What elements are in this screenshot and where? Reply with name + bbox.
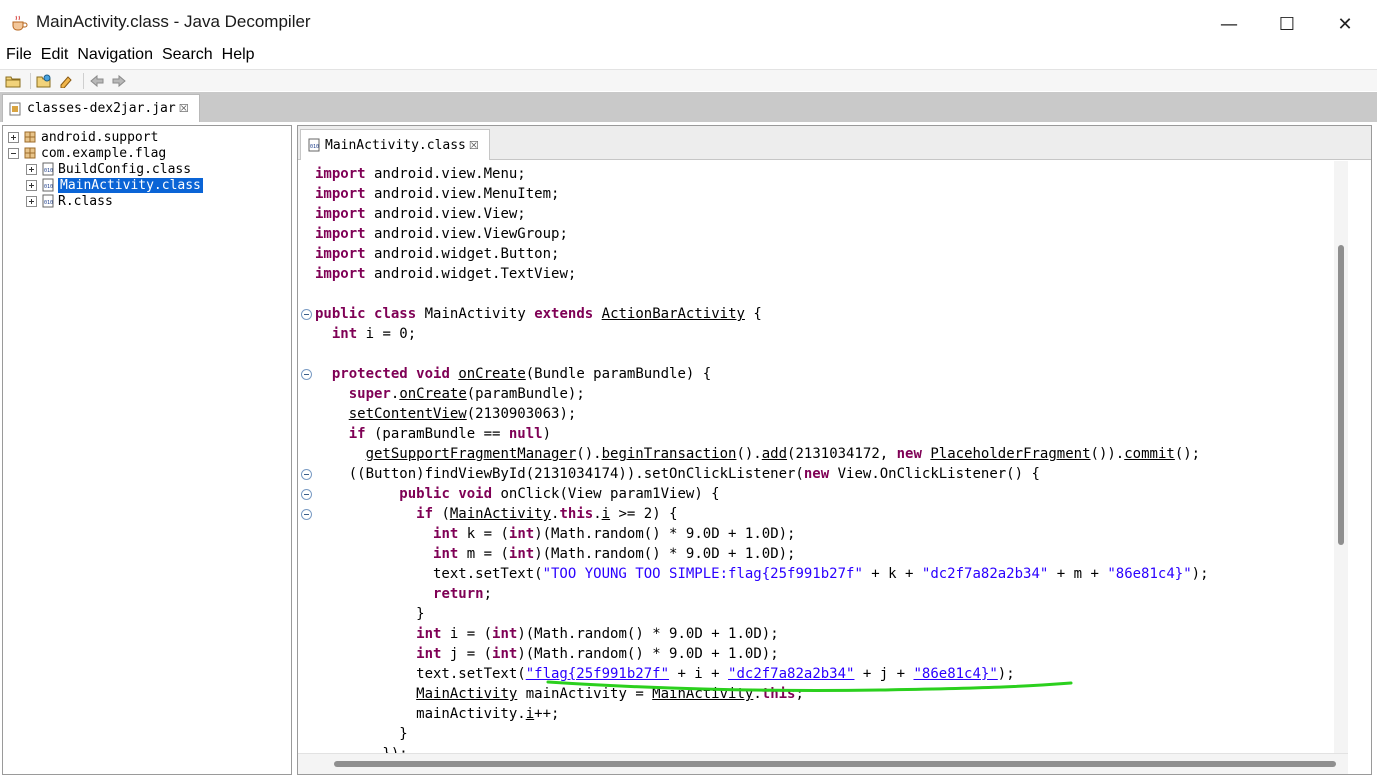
- code-line: import android.widget.TextView;: [315, 266, 577, 282]
- window-title: MainActivity.class - Java Decompiler: [36, 12, 311, 31]
- code-line: text.setText("TOO YOUNG TOO SIMPLE:flag{…: [315, 566, 1209, 582]
- file-tab-bar: classes-dex2jar.jar ☒: [0, 92, 1377, 122]
- maximize-button[interactable]: ☐: [1258, 0, 1316, 48]
- edit-icon[interactable]: [57, 72, 75, 90]
- code-line: setContentView(2130903063);: [348, 406, 577, 422]
- close-tab-icon[interactable]: ☒: [179, 102, 189, 115]
- expand-icon[interactable]: [26, 163, 37, 175]
- code-line: int i = (int)(Math.random() * 9.0D + 1.0…: [416, 626, 779, 642]
- menu-navigation[interactable]: Navigation: [77, 46, 153, 64]
- expand-icon[interactable]: [26, 195, 37, 207]
- code-line: if (MainActivity.this.i >= 2) {: [416, 506, 678, 522]
- code-area[interactable]: import android.view.Menu; import android.…: [298, 161, 1332, 753]
- code-line: int k = (int)(Math.random() * 9.0D + 1.0…: [433, 526, 796, 542]
- class-file-icon: 010: [42, 194, 54, 208]
- tree-item-label: android.support: [41, 129, 159, 145]
- code-line: public class MainActivity extends Action…: [315, 306, 762, 322]
- code-line: protected void onCreate(Bundle paramBund…: [331, 366, 712, 382]
- editor-tab-label: MainActivity.class: [325, 137, 466, 153]
- code-line: }: [315, 606, 425, 622]
- code-line: return;: [433, 586, 493, 602]
- code-line: int m = (int)(Math.random() * 9.0D + 1.0…: [433, 546, 796, 562]
- svg-text:010: 010: [44, 200, 53, 206]
- package-icon: [24, 131, 36, 143]
- editor-tab-bar: 010 MainActivity.class ☒: [298, 126, 1371, 160]
- code-line: import android.view.MenuItem;: [315, 186, 560, 202]
- tree-item-r-class[interactable]: 010 R.class: [26, 193, 113, 209]
- code-line: public void onClick(View param1View) {: [399, 486, 720, 502]
- menu-search[interactable]: Search: [162, 46, 213, 64]
- code-line: int i = 0;: [331, 326, 417, 342]
- fold-icon[interactable]: [301, 509, 312, 520]
- toolbar-separator: [30, 72, 31, 89]
- fold-icon[interactable]: [301, 369, 312, 380]
- toolbar: [0, 69, 1377, 91]
- code-line: import android.view.Menu;: [315, 166, 526, 182]
- fold-icon[interactable]: [301, 309, 312, 320]
- package-tree: android.support com.example.flag 010 Bui…: [2, 125, 292, 775]
- tree-item-label-selected: MainActivity.class: [58, 177, 203, 193]
- code-line: import android.view.View;: [315, 206, 526, 222]
- vertical-scroll-thumb[interactable]: [1338, 245, 1344, 545]
- forward-icon[interactable]: [110, 72, 128, 90]
- menu-help[interactable]: Help: [222, 46, 255, 64]
- code-line: import android.widget.Button;: [315, 246, 560, 262]
- code-line: text.setText("flag{25f991b27f" + i + "dc…: [315, 666, 1015, 682]
- close-tab-icon[interactable]: ☒: [469, 139, 479, 152]
- title-bar: MainActivity.class - Java Decompiler — ☐…: [0, 0, 1377, 48]
- horizontal-scroll-thumb[interactable]: [334, 761, 1336, 767]
- open-file-icon[interactable]: [4, 72, 22, 90]
- tab-label: classes-dex2jar.jar: [27, 101, 176, 116]
- collapse-icon[interactable]: [8, 147, 19, 159]
- close-button[interactable]: ✕: [1316, 0, 1374, 48]
- tab-classes-dex2jar[interactable]: classes-dex2jar.jar ☒: [2, 94, 200, 122]
- tree-item-buildconfig[interactable]: 010 BuildConfig.class: [26, 161, 191, 177]
- menu-bar: File Edit Navigation Search Help: [0, 42, 1377, 68]
- code-line: super.onCreate(paramBundle);: [348, 386, 585, 402]
- package-icon: [24, 147, 36, 159]
- fold-icon[interactable]: [301, 489, 312, 500]
- code-line: if (paramBundle == null): [348, 426, 552, 442]
- minimize-button[interactable]: —: [1200, 0, 1258, 48]
- class-file-icon: 010: [308, 138, 320, 152]
- tab-mainactivity-class[interactable]: 010 MainActivity.class ☒: [300, 129, 490, 160]
- svg-text:010: 010: [44, 168, 53, 174]
- coffee-cup-icon: [12, 15, 28, 31]
- tree-item-com-example-flag[interactable]: com.example.flag: [8, 145, 166, 161]
- horizontal-scrollbar[interactable]: [298, 753, 1348, 774]
- expand-icon[interactable]: [26, 179, 37, 191]
- vertical-scrollbar[interactable]: [1334, 161, 1348, 753]
- class-file-icon: 010: [42, 162, 54, 176]
- tree-item-label: com.example.flag: [41, 145, 167, 161]
- open-folder-icon[interactable]: [35, 72, 53, 90]
- code-line: });: [315, 744, 407, 753]
- tree-item-label: BuildConfig.class: [58, 161, 192, 177]
- code-line: }: [315, 726, 408, 742]
- tree-item-label: R.class: [58, 193, 113, 209]
- code-line: ((Button)findViewById(2131034174)).setOn…: [315, 466, 1040, 482]
- jar-file-icon: [9, 102, 21, 115]
- toolbar-separator: [83, 72, 84, 89]
- code-line: MainActivity mainActivity = MainActivity…: [416, 686, 804, 702]
- svg-text:010: 010: [44, 184, 53, 190]
- code-line: int j = (int)(Math.random() * 9.0D + 1.0…: [416, 646, 779, 662]
- tree-item-android-support[interactable]: android.support: [8, 129, 158, 145]
- code-line: mainActivity.i++;: [315, 706, 560, 722]
- menu-edit[interactable]: Edit: [41, 46, 69, 64]
- back-icon[interactable]: [88, 72, 106, 90]
- expand-icon[interactable]: [8, 131, 19, 143]
- code-line: getSupportFragmentManager().beginTransac…: [365, 446, 1201, 462]
- fold-icon[interactable]: [301, 469, 312, 480]
- code-line: import android.view.ViewGroup;: [315, 226, 568, 242]
- tree-item-mainactivity[interactable]: 010 MainActivity.class: [26, 177, 203, 193]
- code-editor: 010 MainActivity.class ☒ import android.…: [297, 125, 1372, 775]
- menu-file[interactable]: File: [6, 46, 32, 64]
- svg-text:010: 010: [310, 144, 319, 150]
- class-file-icon: 010: [42, 178, 54, 192]
